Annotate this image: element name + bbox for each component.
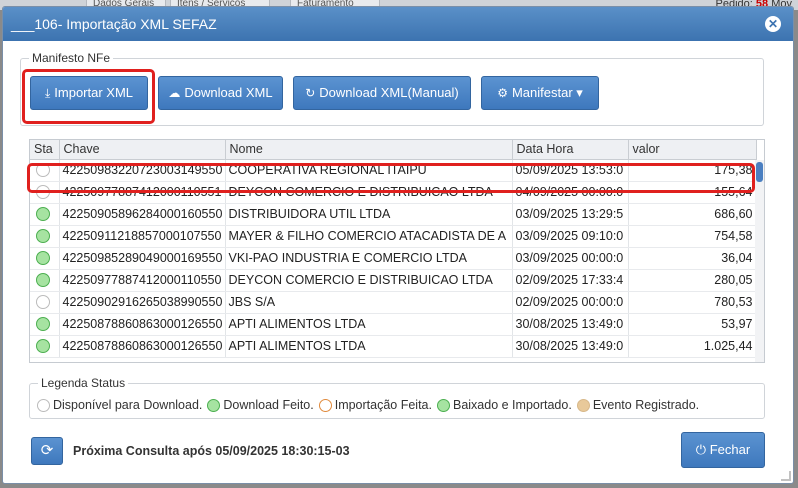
refresh-icon: ⟳	[40, 442, 54, 459]
cell-chave: 42250902916265038990550	[59, 291, 226, 314]
legend-item: Baixado e Importado.	[436, 398, 572, 413]
col-nome[interactable]: Nome	[225, 140, 513, 160]
close-icon[interactable]: ✕	[765, 16, 781, 32]
legend-item: Importação Feita.	[318, 398, 432, 413]
cell-data-hora: 03/09/2025 09:10:0	[512, 225, 629, 248]
status-dot-icon	[36, 251, 50, 266]
cell-valor: 754,58	[628, 225, 757, 248]
download-xml-button[interactable]: ☁ Download XML	[158, 76, 283, 110]
refresh-button[interactable]: ⟳	[31, 437, 63, 465]
cell-valor: 36,04	[628, 247, 757, 270]
cell-nome: JBS S/A	[225, 291, 513, 314]
table-row[interactable]: 42250977887412000110550 DEYCON COMERCIO E…	[30, 269, 757, 292]
cell-chave: 42250905896284000160550	[59, 203, 226, 226]
cell-status	[30, 335, 60, 358]
grid-scroll-thumb[interactable]	[756, 162, 763, 182]
cell-valor: 280,05	[628, 269, 757, 292]
legend-item: Evento Registrado.	[576, 398, 700, 413]
col-chave[interactable]: Chave	[59, 140, 226, 160]
cell-status	[30, 225, 60, 248]
cell-nome: DEYCON COMERCIO E DISTRIBUICAO LTDA	[225, 269, 513, 292]
download-xml-manual-label: Download XML(Manual)	[319, 85, 459, 100]
cell-nome: DISTRIBUIDORA UTIL LTDA	[225, 203, 513, 226]
cell-nome: APTI ALIMENTOS LTDA	[225, 335, 513, 358]
gear-icon: ⚙	[497, 86, 508, 100]
col-valor[interactable]: valor	[628, 140, 757, 160]
caret-down-icon: ▾	[576, 85, 583, 100]
legend-label: Baixado e Importado.	[452, 398, 572, 412]
table-row[interactable]: 42250985289049000169550 VKI-PAO INDUSTRIA…	[30, 247, 757, 270]
cell-valor: 53,97	[628, 313, 757, 336]
dialog-titlebar[interactable]: ___106- Importação XML SEFAZ ✕	[3, 7, 793, 41]
refresh-icon: ↻	[305, 86, 316, 100]
table-row[interactable]: 42250878860863000126550 APTI ALIMENTOS LT…	[30, 335, 757, 358]
status-dot-icon	[36, 273, 50, 288]
importar-highlight	[22, 69, 155, 124]
cell-data-hora: 03/09/2025 00:00:0	[512, 247, 629, 270]
cell-status	[30, 269, 60, 292]
download-xml-manual-button[interactable]: ↻ Download XML(Manual)	[293, 76, 471, 110]
cell-chave: 42250878860863000126550	[59, 335, 226, 358]
col-data-hora[interactable]: Data Hora	[512, 140, 629, 160]
legend-dot-icon	[318, 399, 332, 413]
cell-nome: VKI-PAO INDUSTRIA E COMERCIO LTDA	[225, 247, 513, 270]
status-dot-icon	[36, 339, 50, 354]
cell-valor: 686,60	[628, 203, 757, 226]
legend-dot-icon	[436, 399, 450, 413]
status-dot-icon	[36, 229, 50, 244]
cell-status	[30, 247, 60, 270]
power-icon: ⏻	[695, 442, 707, 457]
fechar-label: Fechar	[709, 442, 751, 457]
cell-chave: 42250977887412000110550	[59, 269, 226, 292]
next-query-text: Próxima Consulta após 05/09/2025 18:30:1…	[73, 444, 350, 458]
cell-valor: 780,53	[628, 291, 757, 314]
selected-row-highlight	[27, 163, 755, 193]
table-header-row: Sta Chave Nome Data Hora valor	[30, 140, 757, 160]
legend-dot-icon	[576, 399, 590, 413]
cloud-download-icon: ☁	[168, 86, 181, 100]
status-dot-icon	[36, 207, 50, 222]
legend-dot-icon	[207, 399, 221, 413]
cell-nome: MAYER & FILHO COMERCIO ATACADISTA DE A	[225, 225, 513, 248]
cell-valor: 1.025,44	[628, 335, 757, 358]
cell-status	[30, 203, 60, 226]
status-dot-icon	[36, 317, 50, 332]
legend-item: Disponível para Download.	[37, 398, 203, 413]
legenda-fieldset: Legenda Status Disponível para Download.…	[29, 376, 765, 419]
legenda-items: Disponível para Download. Download Feito.…	[37, 398, 704, 413]
cell-data-hora: 02/09/2025 17:33:4	[512, 269, 629, 292]
cell-data-hora: 03/09/2025 13:29:5	[512, 203, 629, 226]
col-sta[interactable]: Sta	[30, 140, 60, 160]
legenda-title: Legenda Status	[38, 376, 129, 390]
cell-nome: APTI ALIMENTOS LTDA	[225, 313, 513, 336]
legend-item: Download Feito.	[207, 398, 314, 413]
legend-label: Importação Feita.	[334, 398, 432, 412]
cell-data-hora: 30/08/2025 13:49:0	[512, 335, 629, 358]
cell-status	[30, 291, 60, 314]
table-row[interactable]: 42250911218857000107550 MAYER & FILHO COM…	[30, 225, 757, 248]
cell-chave: 42250911218857000107550	[59, 225, 226, 248]
import-xml-dialog: ___106- Importação XML SEFAZ ✕ Manifesto…	[2, 6, 794, 484]
manifesto-legend: Manifesto NFe	[29, 51, 114, 65]
legend-dot-icon	[37, 399, 50, 413]
legend-label: Download Feito.	[223, 398, 314, 412]
manifestar-label: Manifestar	[511, 85, 573, 100]
cell-status	[30, 313, 60, 336]
status-dot-icon	[36, 295, 50, 310]
resize-grip[interactable]	[781, 471, 791, 481]
table-row[interactable]: 42250878860863000126550 APTI ALIMENTOS LT…	[30, 313, 757, 336]
cell-data-hora: 30/08/2025 13:49:0	[512, 313, 629, 336]
fechar-button[interactable]: ⏻ Fechar	[681, 432, 765, 468]
manifestar-button[interactable]: ⚙ Manifestar ▾	[481, 76, 599, 110]
table-row[interactable]: 42250902916265038990550 JBS S/A 02/09/2025…	[30, 291, 757, 314]
cell-chave: 42250878860863000126550	[59, 313, 226, 336]
grid-scrollbar[interactable]	[755, 160, 764, 362]
legend-label: Evento Registrado.	[592, 398, 700, 412]
dialog-title: ___106- Importação XML SEFAZ	[11, 16, 217, 32]
download-xml-label: Download XML	[184, 85, 273, 100]
table-row[interactable]: 42250905896284000160550 DISTRIBUIDORA UTI…	[30, 203, 757, 226]
cell-chave: 42250985289049000169550	[59, 247, 226, 270]
legend-label: Disponível para Download.	[53, 398, 203, 412]
cell-data-hora: 02/09/2025 00:00:0	[512, 291, 629, 314]
